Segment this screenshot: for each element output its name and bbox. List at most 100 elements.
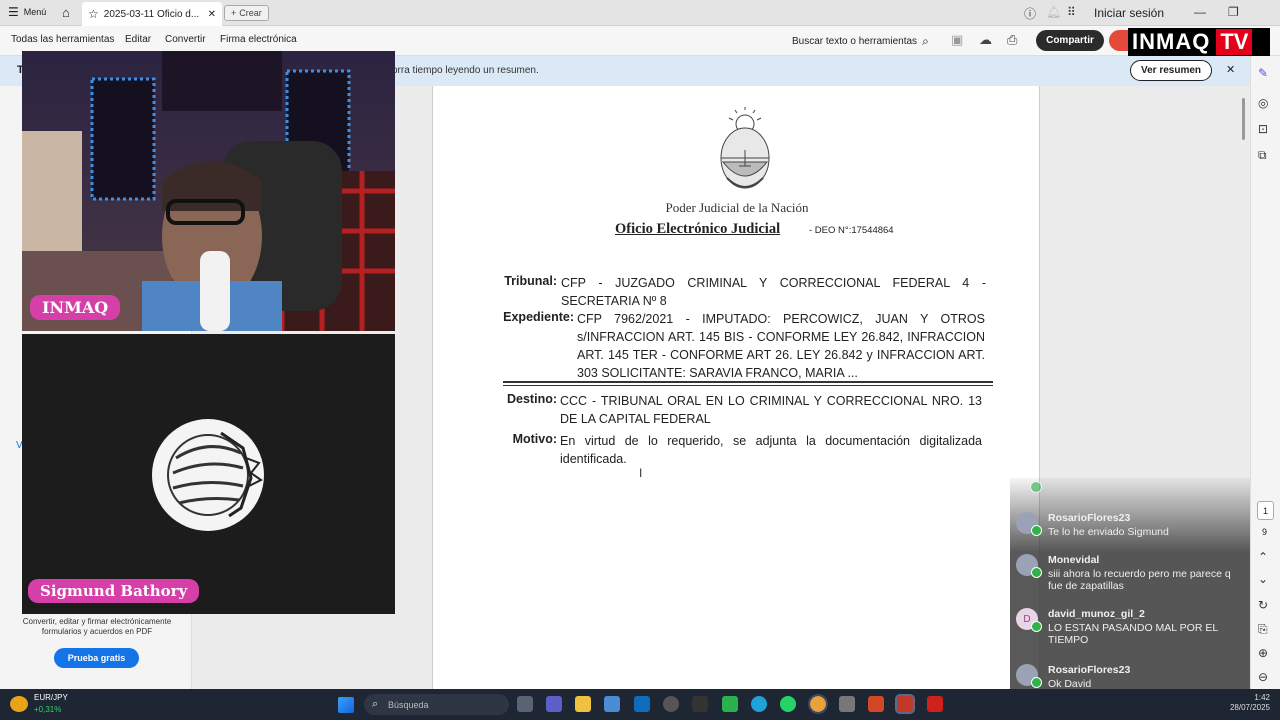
fx-pair: EUR/JPY: [34, 693, 68, 702]
menu-button[interactable]: ☰ Menú: [8, 5, 46, 19]
chevron-up-icon[interactable]: ⌃: [1258, 550, 1268, 564]
destino-value: CCC - TRIBUNAL ORAL EN LO CRIMINAL Y COR…: [560, 394, 982, 426]
platform-badge-icon: [1031, 525, 1042, 536]
plus-icon: +: [231, 8, 237, 18]
separator-line: [503, 381, 993, 386]
zoom-in-icon[interactable]: ⊕: [1258, 646, 1268, 660]
promo-text: Convertir, editar y firmar electrónicame…: [22, 617, 172, 636]
maximize-icon[interactable]: ❐: [1228, 5, 1239, 19]
chat-username: david_munoz_gil_2: [1048, 608, 1145, 620]
chat-text: Te lo he enviado Sigmund: [1048, 526, 1169, 538]
search-icon: ⌕: [922, 34, 929, 48]
teams-icon[interactable]: [546, 696, 562, 712]
esign-menu[interactable]: Firma electrónica: [220, 34, 297, 45]
acrobat-icon[interactable]: [927, 696, 943, 712]
pages-icon[interactable]: ⧉: [1258, 148, 1267, 163]
platform-badge-icon: [1031, 567, 1042, 578]
fx-change: +0,31%: [34, 705, 62, 714]
coat-of-arms-icon: [720, 107, 770, 189]
text-cursor-icon: I: [639, 466, 643, 480]
bell-icon[interactable]: 🔔︎: [1046, 5, 1061, 19]
app-icon[interactable]: [663, 696, 679, 712]
guest-avatar-image: [152, 419, 264, 531]
scrollbar-thumb[interactable]: [1242, 98, 1245, 140]
store-icon[interactable]: [604, 696, 620, 712]
host-name-tag: INMAQ: [30, 295, 121, 320]
convert-menu[interactable]: Convertir: [165, 34, 206, 45]
expediente-label: Expediente:: [503, 310, 574, 324]
motivo-label: Motivo:: [512, 432, 557, 446]
comment-icon[interactable]: ◎: [1258, 96, 1268, 110]
chat-username: RosarioFlores23: [1048, 512, 1131, 524]
bookmark-icon[interactable]: ⊡: [1258, 122, 1268, 136]
tribunal-label: Tribunal:: [504, 274, 557, 288]
platform-badge-icon: [1031, 677, 1042, 688]
edit-menu[interactable]: Editar: [125, 34, 151, 45]
tribunal-value: CFP - JUZGADO CRIMINAL Y CORRECCIONAL FE…: [561, 276, 986, 308]
pdf-page[interactable]: Poder Judicial de la Nación Oficio Elect…: [432, 86, 1040, 689]
active-app-icon[interactable]: [895, 694, 915, 714]
windows-start-icon[interactable]: [338, 697, 354, 713]
apps-grid-icon[interactable]: ⠿: [1067, 5, 1076, 19]
inmaq-tv-logo: INMAQ TV: [1128, 28, 1270, 56]
ai-assistant-button[interactable]: [1109, 30, 1129, 51]
upload-cloud-icon[interactable]: ☁: [979, 32, 992, 48]
whatsapp-icon[interactable]: [780, 696, 796, 712]
webcam-feed-host: INMAQ: [22, 51, 395, 331]
banner-text: orra tiempo leyendo un resumen.: [392, 65, 539, 76]
page-total: 9: [1262, 527, 1268, 537]
refresh-icon[interactable]: ↻: [1258, 598, 1268, 612]
hamburger-icon: ☰: [8, 5, 19, 19]
chat-text: siii ahora lo recuerdo pero me parece q …: [1048, 568, 1231, 592]
app-icon-3[interactable]: [839, 696, 855, 712]
webcam-scene-image: [22, 51, 395, 331]
document-org: Poder Judicial de la Nación: [665, 200, 809, 215]
outlook-icon[interactable]: [634, 696, 650, 712]
zoom-out-icon[interactable]: ⊖: [1258, 670, 1268, 684]
share-button[interactable]: Compartir: [1036, 30, 1104, 51]
chat-username: Monevidal: [1048, 554, 1100, 566]
print-icon[interactable]: ⎙: [1007, 32, 1017, 48]
page-fit-icon[interactable]: ⎘: [1258, 622, 1268, 637]
search-icon: ⌕: [372, 698, 379, 710]
deo-number: - DEO N°:17544864: [809, 225, 894, 236]
minimize-icon[interactable]: —: [1194, 5, 1206, 19]
search-tools[interactable]: Buscar texto o herramientas ⌕: [792, 34, 929, 49]
fx-widget-icon[interactable]: [10, 696, 28, 712]
guest-feed: Sigmund Bathory: [22, 334, 395, 614]
edge-icon[interactable]: [751, 696, 767, 712]
document-tab[interactable]: ☆ 2025-03-11 Oficio d... ✕: [82, 2, 222, 26]
close-tab-icon[interactable]: ✕: [208, 9, 216, 20]
windows-taskbar: EUR/JPY +0,31% Búsqueda ⌕ 1:42 28/07/202…: [0, 689, 1280, 720]
save-icon[interactable]: ▣: [951, 32, 963, 48]
all-tools-menu[interactable]: Todas las herramientas: [11, 34, 114, 45]
platform-badge-icon: [1031, 621, 1042, 632]
document-title: Oficio Electrónico Judicial: [615, 221, 781, 237]
help-icon[interactable]: ⓘ: [1024, 5, 1036, 22]
ai-assistant-icon[interactable]: ✎: [1258, 66, 1268, 80]
taskbar-search[interactable]: Búsqueda: [364, 694, 509, 715]
view-summary-button[interactable]: Ver resumen: [1130, 60, 1212, 81]
chrome-icon[interactable]: [808, 694, 828, 714]
browser-tab-bar: ☰ Menú ⌂ ☆ 2025-03-11 Oficio d... ✕ + Cr…: [0, 0, 1280, 26]
expediente-value: CFP 7962/2021 - IMPUTADO: PERCOWICZ, JUA…: [577, 312, 985, 380]
chevron-down-icon[interactable]: ⌄: [1258, 572, 1268, 586]
sign-in-link[interactable]: Iniciar sesión: [1094, 6, 1164, 20]
create-button[interactable]: + Crear: [224, 5, 269, 21]
app-icon-2[interactable]: [692, 696, 708, 712]
page-number-input[interactable]: 1: [1257, 501, 1274, 520]
chat-text: LO ESTAN PASANDO MAL POR EL TIEMPO: [1048, 622, 1218, 646]
task-view-icon[interactable]: [517, 696, 533, 712]
chat-username: RosarioFlores23: [1048, 664, 1131, 676]
file-explorer-icon[interactable]: [575, 696, 591, 712]
home-icon[interactable]: ⌂: [62, 5, 70, 20]
free-trial-button[interactable]: Prueba gratis: [54, 648, 139, 668]
camtasia-icon[interactable]: [722, 696, 738, 712]
faded-badge-icon: [1030, 481, 1042, 493]
powerpoint-icon[interactable]: [868, 696, 884, 712]
tab-title: 2025-03-11 Oficio d...: [103, 8, 200, 20]
star-icon[interactable]: ☆: [88, 7, 99, 21]
motivo-value: En virtud de lo requerido, se adjunta la…: [560, 434, 982, 466]
system-clock[interactable]: 1:42 28/07/2025: [1226, 693, 1270, 713]
close-banner-icon[interactable]: ✕: [1226, 63, 1235, 76]
